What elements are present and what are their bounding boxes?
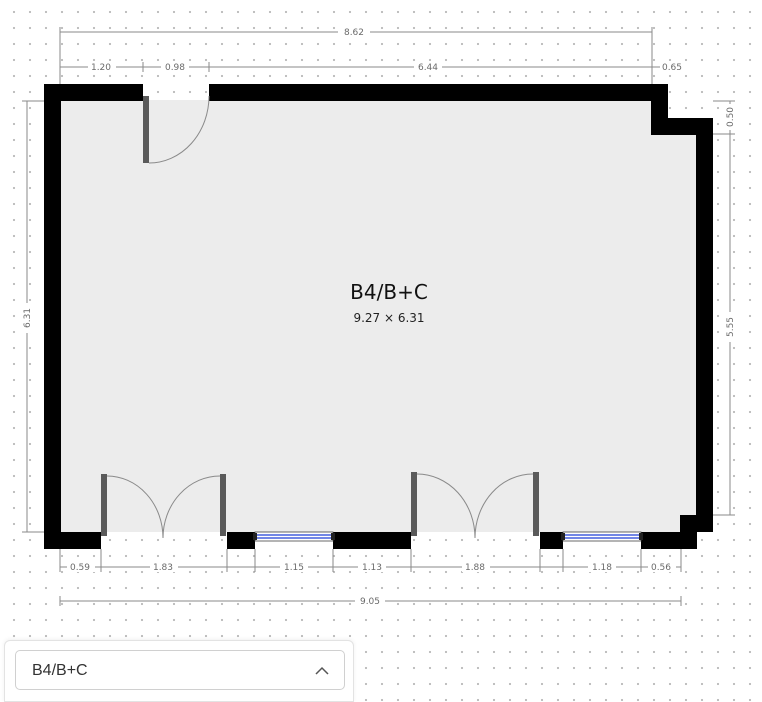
room-selector-value: B4/B+C [32,662,88,679]
svg-text:1.18: 1.18 [592,563,612,573]
svg-text:1.15: 1.15 [284,563,304,573]
wall-bottom-seg-4[interactable] [540,532,563,549]
room-selector-dropdown[interactable]: B4/B+C [15,650,345,690]
svg-text:1.20: 1.20 [91,63,111,73]
room-selector-panel: B4/B+C [4,640,354,702]
svg-text:6.44: 6.44 [418,63,438,73]
window-left[interactable] [253,531,335,542]
dimension-top-segments: 1.20 0.98 6.44 0.65 [59,61,686,73]
door-leaf [220,474,226,536]
wall-left[interactable] [44,84,61,549]
svg-text:0.98: 0.98 [165,63,185,73]
dimension-bottom-overall: 9.05 [59,595,682,607]
room-name-label[interactable]: B4/B+C [350,280,428,304]
door-leaf [533,472,539,536]
floor-plan-canvas[interactable]: B4/B+C 9.27 × 6.31 8.62 1.20 0.98 6.44 0… [0,0,762,640]
svg-text:1.88: 1.88 [465,563,485,573]
svg-text:0.59: 0.59 [70,563,90,573]
dimension-left-height: 6.31 [21,100,44,533]
svg-text:5.55: 5.55 [726,317,736,337]
chevron-up-icon[interactable] [314,663,330,679]
door-leaf [143,96,149,163]
wall-bottom-seg-2[interactable] [227,532,255,549]
svg-text:9.05: 9.05 [360,597,380,607]
svg-text:1.83: 1.83 [153,563,173,573]
dimension-bottom-segments: 0.59 1.83 1.15 1.13 1.88 1.18 0.56 [59,549,682,573]
room-size-label: 9.27 × 6.31 [353,311,424,325]
wall-notch-vertical[interactable] [651,84,668,135]
wall-corner-step[interactable] [680,515,713,532]
svg-text:0.50: 0.50 [726,107,736,127]
svg-text:1.13: 1.13 [362,563,382,573]
svg-text:6.31: 6.31 [23,308,33,328]
wall-bottom-seg-3[interactable] [333,532,411,549]
dimension-top-overall: 8.62 [59,26,653,84]
dimension-right: 0.50 5.55 [713,100,736,516]
svg-text:0.65: 0.65 [662,63,682,73]
door-leaf [411,472,417,536]
svg-text:0.56: 0.56 [651,563,671,573]
wall-top-main[interactable] [209,84,667,101]
wall-bottom-seg-1[interactable] [44,532,101,549]
svg-text:8.62: 8.62 [344,28,364,38]
wall-right[interactable] [696,118,713,532]
wall-bottom-seg-5[interactable] [641,532,697,549]
door-leaf [101,474,107,536]
window-right[interactable] [561,531,643,542]
